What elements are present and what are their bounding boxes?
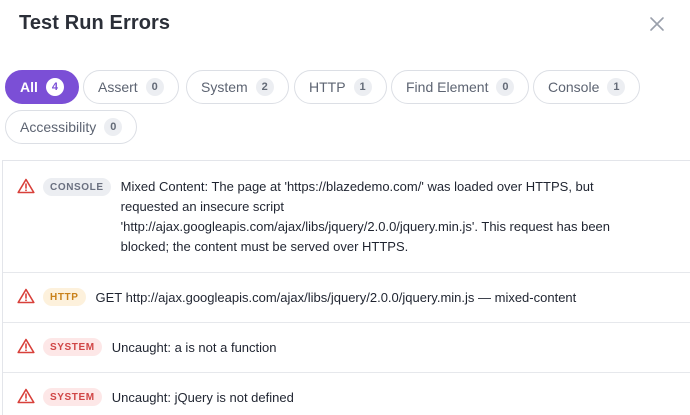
filter-count: 0 — [496, 78, 515, 96]
filter-count: 1 — [353, 78, 372, 96]
error-type-badge: CONSOLE — [43, 178, 111, 196]
filter-count: 4 — [45, 78, 64, 96]
warning-icon — [17, 288, 35, 304]
warning-icon — [17, 338, 35, 354]
filter-label: System — [201, 79, 248, 95]
filter-assert[interactable]: Assert 0 — [83, 70, 179, 104]
dialog-header: Test Run Errors — [0, 0, 690, 50]
warning-icon — [17, 388, 35, 404]
dialog-title: Test Run Errors — [19, 12, 171, 34]
filter-find-element[interactable]: Find Element 0 — [391, 70, 530, 104]
close-button[interactable] — [646, 13, 668, 35]
error-message: Uncaught: jQuery is not defined — [111, 390, 294, 405]
error-message: Mixed Content: The page at 'https://blaz… — [120, 179, 611, 254]
error-row[interactable]: HTTP GET http://ajax.googleapis.com/ajax… — [3, 273, 690, 323]
filter-system[interactable]: System 2 — [186, 70, 289, 104]
error-type-badge: SYSTEM — [43, 388, 102, 406]
error-message: GET http://ajax.googleapis.com/ajax/libs… — [95, 290, 577, 305]
error-row[interactable]: SYSTEM Uncaught: jQuery is not defined — [3, 373, 690, 415]
filter-count: 0 — [104, 118, 123, 136]
warning-icon — [17, 178, 35, 194]
error-type-badge: SYSTEM — [43, 338, 102, 356]
error-row[interactable]: SYSTEM Uncaught: a is not a function — [3, 323, 690, 373]
filter-label: All — [20, 79, 38, 95]
filter-count: 1 — [607, 78, 626, 96]
filter-accessibility[interactable]: Accessibility 0 — [5, 110, 138, 144]
error-type-badge: HTTP — [43, 288, 86, 306]
filter-label: HTTP — [309, 79, 346, 95]
error-row[interactable]: CONSOLE Mixed Content: The page at 'http… — [3, 161, 690, 273]
filter-all[interactable]: All 4 — [5, 70, 79, 104]
filter-label: Accessibility — [20, 119, 97, 135]
filter-count: 2 — [255, 78, 274, 96]
filter-http[interactable]: HTTP 1 — [294, 70, 387, 104]
filter-label: Find Element — [406, 79, 489, 95]
filter-label: Assert — [98, 79, 138, 95]
filter-console[interactable]: Console 1 — [533, 70, 641, 104]
close-icon — [650, 17, 664, 31]
filter-count: 0 — [145, 78, 164, 96]
error-list: CONSOLE Mixed Content: The page at 'http… — [2, 160, 690, 415]
filter-label: Console — [548, 79, 600, 95]
error-message: Uncaught: a is not a function — [111, 340, 277, 355]
